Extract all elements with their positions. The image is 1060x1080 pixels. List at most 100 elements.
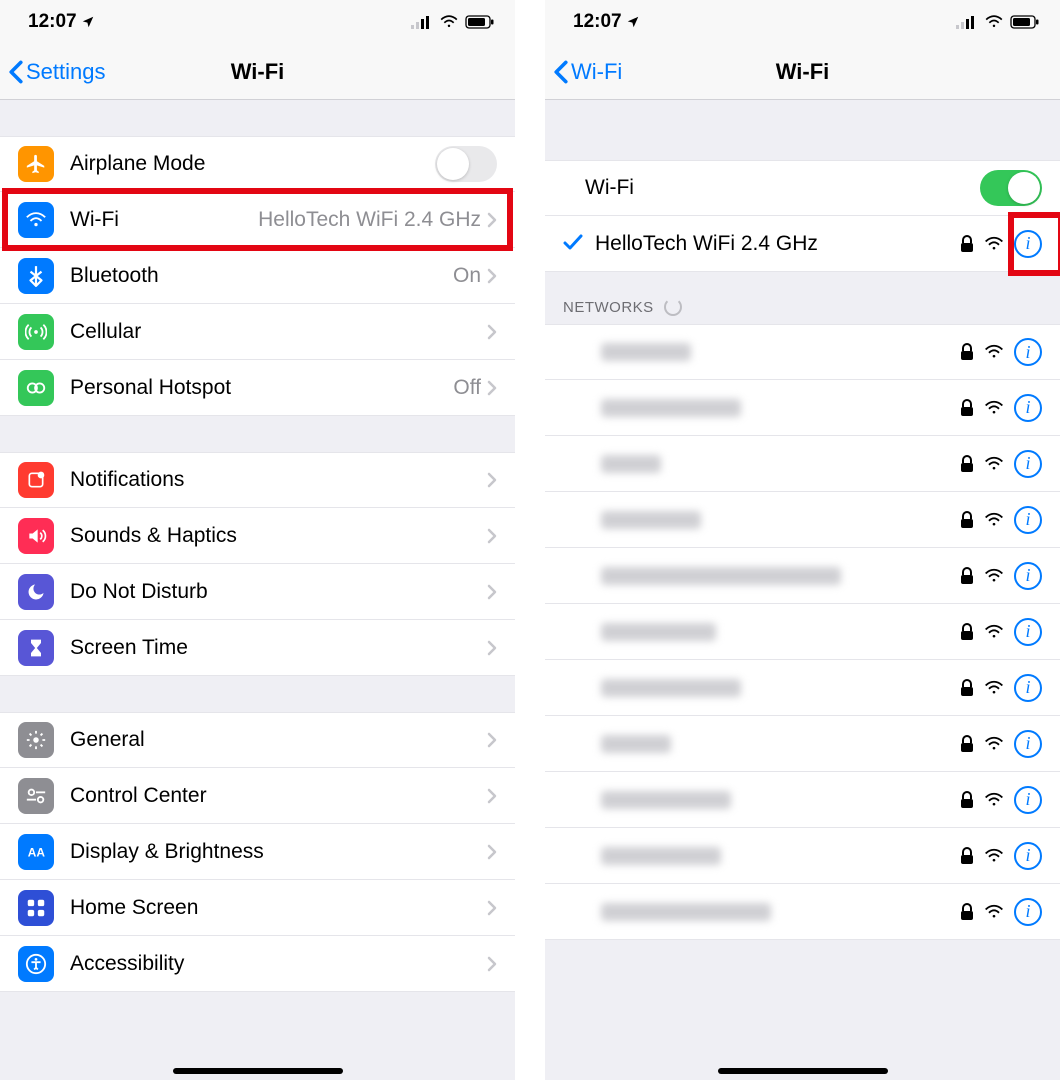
info-button[interactable]: i (1014, 786, 1042, 814)
lock-icon (960, 455, 974, 473)
cell-icon (18, 314, 54, 350)
location-icon (81, 15, 95, 29)
home-indicator[interactable] (718, 1068, 888, 1074)
nav-bar: Settings Wi-Fi (0, 44, 515, 100)
wifi-toggle-row: Wi-Fi (545, 160, 1060, 216)
row-detail: Off (453, 376, 481, 400)
settings-row-sound[interactable]: Sounds & Haptics (0, 508, 515, 564)
chevron-right-icon (487, 528, 497, 544)
network-row[interactable]: i (545, 716, 1060, 772)
wifi-screen: 12:07 Wi-Fi Wi-Fi Wi-Fi HelloTech WiFi 2… (545, 0, 1060, 1080)
info-button[interactable]: i (1014, 730, 1042, 758)
settings-row-bt[interactable]: BluetoothOn (0, 248, 515, 304)
home-indicator[interactable] (173, 1068, 343, 1074)
wifi-signal-icon (984, 344, 1004, 360)
settings-group-3: General Control CenterAA Display & Brigh… (0, 712, 515, 992)
network-row[interactable]: i (545, 660, 1060, 716)
status-right (411, 15, 495, 29)
row-label: Personal Hotspot (70, 376, 453, 400)
row-label: Screen Time (70, 636, 487, 660)
home-icon (18, 890, 54, 926)
settings-row-cc[interactable]: Control Center (0, 768, 515, 824)
info-button[interactable]: i (1014, 506, 1042, 534)
lock-icon (960, 735, 974, 753)
wifi-signal-icon (984, 848, 1004, 864)
network-row[interactable]: i (545, 380, 1060, 436)
info-button[interactable]: i (1014, 230, 1042, 258)
settings-row-general[interactable]: General (0, 712, 515, 768)
loading-spinner-icon (664, 298, 682, 316)
airplane-icon (18, 146, 54, 182)
network-row[interactable]: i (545, 324, 1060, 380)
settings-group-2: Notifications Sounds & Haptics Do Not Di… (0, 452, 515, 676)
lock-icon (960, 511, 974, 529)
info-button[interactable]: i (1014, 338, 1042, 366)
wifi-signal-icon (984, 400, 1004, 416)
network-row[interactable]: i (545, 548, 1060, 604)
settings-row-display[interactable]: AA Display & Brightness (0, 824, 515, 880)
info-button[interactable]: i (1014, 618, 1042, 646)
network-row[interactable]: i (545, 828, 1060, 884)
info-button[interactable]: i (1014, 562, 1042, 590)
lock-icon (960, 679, 974, 697)
dnd-icon (18, 574, 54, 610)
wifi-icon (18, 202, 54, 238)
row-label: Cellular (70, 320, 487, 344)
network-name-blurred (601, 679, 741, 697)
chevron-right-icon (487, 900, 497, 916)
status-right (956, 15, 1040, 29)
chevron-right-icon (487, 212, 497, 228)
back-label: Settings (26, 59, 106, 85)
settings-row-wifi[interactable]: Wi-FiHelloTech WiFi 2.4 GHz (0, 192, 515, 248)
toggle[interactable] (435, 146, 497, 182)
wifi-signal-icon (984, 792, 1004, 808)
info-button[interactable]: i (1014, 450, 1042, 478)
settings-row-hotspot[interactable]: Personal HotspotOff (0, 360, 515, 416)
wifi-signal-icon (984, 568, 1004, 584)
network-row[interactable]: i (545, 604, 1060, 660)
network-row[interactable]: i (545, 772, 1060, 828)
info-button[interactable]: i (1014, 898, 1042, 926)
chevron-right-icon (487, 380, 497, 396)
row-label: Sounds & Haptics (70, 524, 487, 548)
settings-row-notif[interactable]: Notifications (0, 452, 515, 508)
row-label: Accessibility (70, 952, 487, 976)
info-button[interactable]: i (1014, 842, 1042, 870)
network-row[interactable]: i (545, 436, 1060, 492)
network-row[interactable]: i (545, 492, 1060, 548)
network-name-blurred (601, 735, 671, 753)
lock-icon (960, 903, 974, 921)
svg-text:AA: AA (28, 845, 46, 859)
networks-list: i i i i i (545, 324, 1060, 940)
wifi-signal-icon (984, 512, 1004, 528)
settings-row-cell[interactable]: Cellular (0, 304, 515, 360)
wifi-signal-icon (984, 736, 1004, 752)
info-button[interactable]: i (1014, 674, 1042, 702)
cellular-icon (411, 15, 433, 29)
network-name-blurred (601, 455, 661, 473)
chevron-right-icon (487, 268, 497, 284)
status-bar: 12:07 (0, 0, 515, 44)
network-name-blurred (601, 623, 716, 641)
wifi-toggle[interactable] (980, 170, 1042, 206)
info-button[interactable]: i (1014, 394, 1042, 422)
settings-row-dnd[interactable]: Do Not Disturb (0, 564, 515, 620)
back-button[interactable]: Settings (0, 59, 106, 85)
settings-row-screentime[interactable]: Screen Time (0, 620, 515, 676)
network-row[interactable]: i (545, 884, 1060, 940)
row-label: Notifications (70, 468, 487, 492)
battery-icon (1010, 15, 1040, 29)
network-name-blurred (601, 567, 841, 585)
networks-header-label: NETWORKS (563, 299, 654, 316)
lock-icon (960, 399, 974, 417)
settings-row-home[interactable]: Home Screen (0, 880, 515, 936)
checkmark-icon (563, 231, 583, 257)
settings-row-access[interactable]: Accessibility (0, 936, 515, 992)
battery-icon (465, 15, 495, 29)
connected-network-row[interactable]: HelloTech WiFi 2.4 GHz i (545, 216, 1060, 272)
chevron-left-icon (8, 60, 24, 84)
settings-row-airplane[interactable]: Airplane Mode (0, 136, 515, 192)
network-name-blurred (601, 511, 701, 529)
back-button[interactable]: Wi-Fi (545, 59, 622, 85)
networks-header: NETWORKS (545, 272, 1060, 324)
